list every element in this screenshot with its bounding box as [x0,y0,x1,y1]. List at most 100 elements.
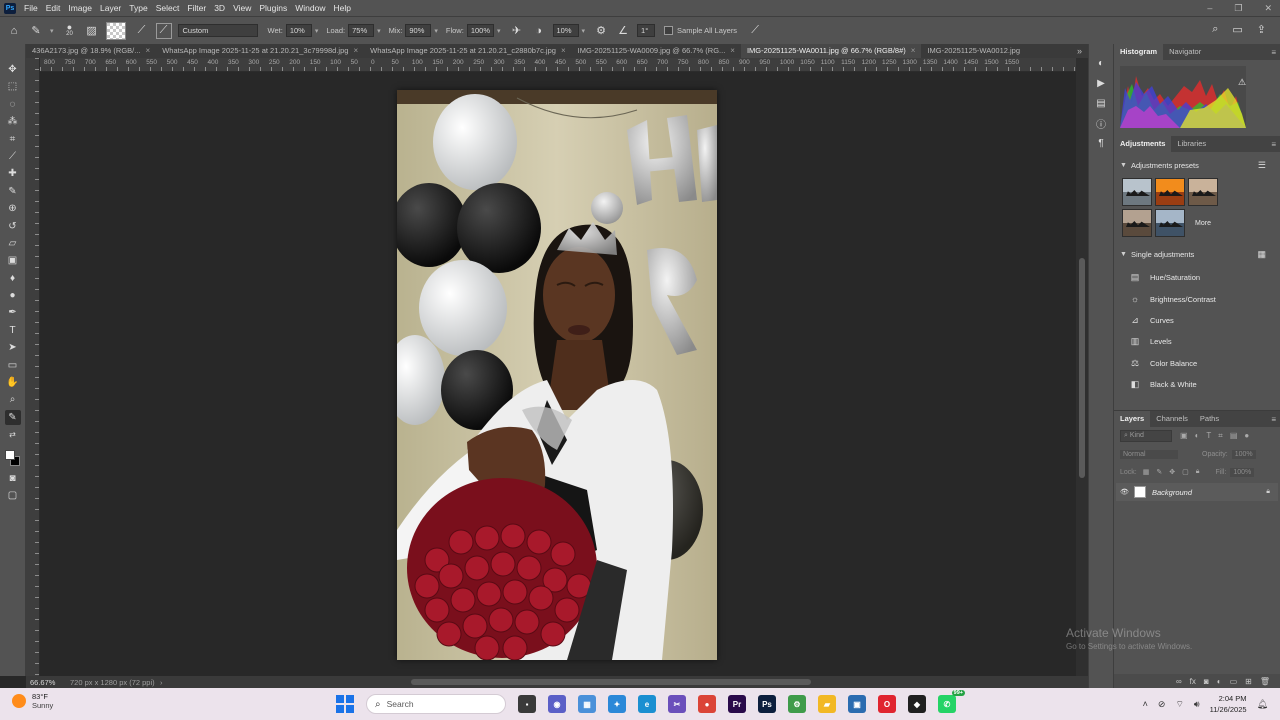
app-dark-icon[interactable]: ◆ [908,695,926,713]
green-app-icon[interactable]: ⚙ [788,695,806,713]
lasso-tool-icon[interactable]: ◌ [5,97,21,112]
grid-view-icon[interactable]: ▦ [1257,249,1266,260]
adjustment-item[interactable]: ☼ Brightness/Contrast [1114,288,1280,309]
sample-all-layers-checkbox[interactable] [664,26,674,35]
info-icon[interactable]: ⓘ [1094,116,1108,131]
shape-tool-icon[interactable]: ▭ [5,358,21,373]
layer-style-icon[interactable]: fx [1190,677,1196,686]
layer-filter-select[interactable]: ⌕ Kind [1120,430,1172,442]
adjustment-item[interactable]: ▤ Hue/Saturation [1114,267,1280,288]
menu-image[interactable]: Image [64,0,96,16]
eraser-tool-icon[interactable]: ▱ [5,236,21,251]
preset-thumbnail[interactable] [1188,178,1218,206]
lock-artboard-icon[interactable]: ▢ [1182,468,1189,476]
mixer-brush-tool-icon[interactable]: ✎ [4,409,21,425]
list-view-icon[interactable]: ☰ [1258,160,1266,171]
marquee-tool-icon[interactable]: ⬚ [5,79,21,94]
delete-layer-icon[interactable]: 🗑︎ [1260,677,1270,686]
clean-brush-icon[interactable]: ⟋ [155,22,172,39]
tab-document-2[interactable]: WhatsApp Image 2025-11-25 at 21.20.21_3c… [156,44,364,58]
pen-tool-icon[interactable]: ✒ [5,305,21,320]
panel-menu-icon[interactable]: ≡ [1271,48,1276,57]
preset-thumbnail[interactable] [1155,209,1185,237]
smart-object-filter-icon[interactable]: ▤ [1230,431,1238,441]
wifi-icon[interactable]: ⌔ [1175,699,1183,710]
share-icon[interactable]: ⇪ [1257,23,1266,36]
premiere-icon[interactable]: Pr [728,695,746,713]
menu-filter[interactable]: Filter [183,0,210,16]
type-filter-icon[interactable]: T [1206,431,1211,441]
minimize-button[interactable]: – [1207,3,1212,13]
history-brush-tool-icon[interactable]: ↺ [5,219,21,234]
stamp-tool-icon[interactable]: ⊕ [5,201,21,216]
healing-tool-icon[interactable]: ✚ [5,166,21,181]
menu-edit[interactable]: Edit [42,0,65,16]
mixer-brush-tool-icon[interactable]: ✎ [28,23,44,39]
clock[interactable]: 2:04 PM 11/26/2025 [1210,693,1247,715]
tab-document-6[interactable]: IMG-20251125-WA0012.jpg [921,44,1026,58]
copilot-icon[interactable]: ✦ [608,695,626,713]
tab-document-5[interactable]: IMG-20251125-WA0011.jpg @ 66.7% (RGB/8#)… [740,44,922,58]
foreground-color-swatch[interactable] [4,449,15,460]
single-adjustments-header[interactable]: ▼ Single adjustments ▦ [1114,245,1280,263]
panel-menu-icon[interactable]: ≡ [1271,140,1276,149]
menu-type[interactable]: Type [125,0,151,16]
eyedropper-tool-icon[interactable]: ⟋ [5,149,21,164]
tab-paths[interactable]: Paths [1194,411,1225,427]
photos-icon[interactable]: ▦ [578,695,596,713]
close-icon[interactable]: × [561,44,566,58]
edge-icon[interactable]: e [638,695,656,713]
adjustment-item[interactable]: ⊿ Curves [1114,310,1280,331]
notification-bell-icon[interactable]: 🔔︎ [1257,699,1268,710]
menu-window[interactable]: Window [291,0,329,16]
flow-input[interactable]: 100% [466,24,494,37]
adjustments-presets-header[interactable]: ▼ Adjustments presets ☰ [1114,156,1280,174]
zoom-tool-icon[interactable]: ⌕ [5,392,21,407]
swap-colors-icon[interactable]: ⇄ [5,427,21,442]
close-icon[interactable]: × [353,44,358,58]
horizontal-scrollbar[interactable] [171,678,1075,686]
adjustment-item[interactable]: ⚖ Color Balance [1114,353,1280,374]
shape-filter-icon[interactable]: ⌗ [1218,431,1223,441]
tab-adjustments[interactable]: Adjustments [1114,136,1172,152]
mix-input[interactable]: 90% [405,24,432,37]
chevron-up-icon[interactable]: ˄ [1143,699,1148,709]
menu-help[interactable]: Help [329,0,354,16]
opacity-input[interactable]: 100% [1231,449,1256,459]
tab-navigator[interactable]: Navigator [1163,44,1207,60]
tab-channels[interactable]: Channels [1150,411,1194,427]
add-mask-icon[interactable]: ◙ [1204,677,1209,686]
gear-icon[interactable]: ⚙ [593,23,609,39]
filter-toggle-icon[interactable]: ● [1244,431,1249,441]
load-caret-icon[interactable]: ▾ [377,27,381,35]
chat-icon[interactable]: ◉ [548,695,566,713]
tab-layers[interactable]: Layers [1114,411,1151,427]
warning-icon[interactable]: ⚠ [1238,77,1246,88]
brush-tool-icon[interactable]: ✎ [5,184,21,199]
quick-mask-icon[interactable]: ◙ [5,471,21,486]
canvas-area[interactable] [40,72,1076,676]
load-input[interactable]: 75% [348,24,375,37]
layer-name[interactable]: Background [1152,488,1266,497]
color-swatches[interactable] [4,449,22,469]
close-icon[interactable]: × [911,44,916,58]
mix-caret-icon[interactable]: ▾ [434,27,438,35]
zoom-level-input[interactable]: 66.67% [26,678,70,687]
tool-preset-caret-icon[interactable]: ▾ [50,27,54,35]
paragraph-icon[interactable]: ¶ [1094,136,1108,150]
blend-mode-select[interactable]: Normal [1120,449,1178,459]
hand-tool-icon[interactable]: ✋ [5,375,21,390]
smoothing-caret-icon[interactable]: ▾ [582,27,586,35]
brush-settings-icon[interactable]: ▨ [84,23,100,39]
adjustment-filter-icon[interactable]: ◐ [1195,431,1200,441]
lock-position-icon[interactable]: ✥ [1169,468,1175,476]
layer-row[interactable]: 👁︎ Background 🔒︎ [1116,483,1278,501]
gradient-tool-icon[interactable]: ▣ [5,253,21,268]
pressure-icon[interactable]: ⟋ [747,23,763,39]
path-select-tool-icon[interactable]: ➤ [5,340,21,355]
opera-icon[interactable]: O [878,695,896,713]
whatsapp-icon[interactable]: ✆ 99+ [938,690,965,713]
load-brush-icon[interactable]: ⟋ [134,23,150,39]
tab-histogram[interactable]: Histogram [1114,44,1164,60]
angle-input[interactable]: 1° [637,24,656,37]
